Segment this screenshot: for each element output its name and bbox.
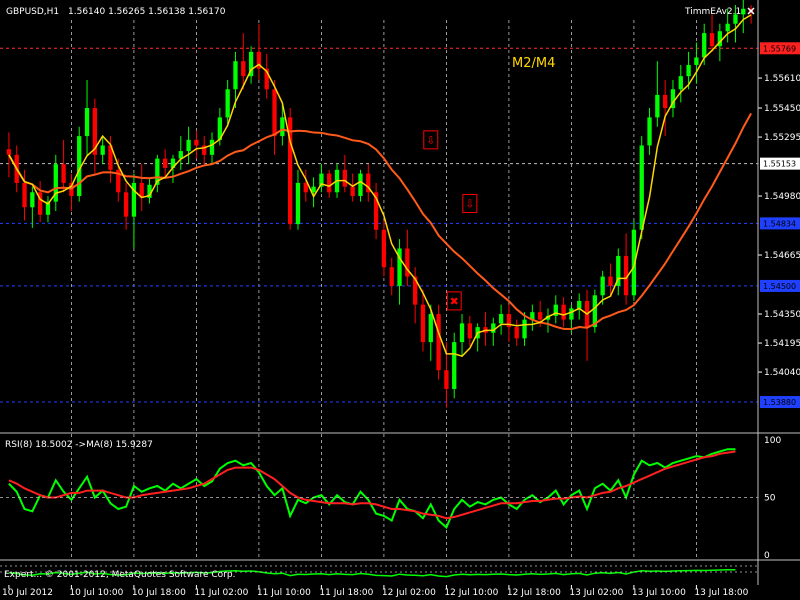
candle-body [725, 23, 730, 32]
price-tag-label: 1.53880 [763, 398, 796, 407]
candle-body [577, 300, 582, 309]
candle-body [686, 64, 691, 77]
rsi-line [8, 448, 736, 530]
price-tick-label: 1.54665 [764, 251, 800, 261]
price-tag-label: 1.55769 [763, 44, 796, 53]
candle-body [694, 57, 699, 65]
horizontal-levels [0, 47, 758, 403]
candle-body [444, 370, 449, 389]
candle-body [514, 327, 519, 339]
signal-arrow-icon: ⇩ [465, 198, 474, 211]
copyright-label: Expert... © 2001-2012, MetaQuotes Softwa… [4, 570, 235, 580]
candle-body [655, 94, 660, 118]
symbol-label: GBPUSD,H1 [6, 7, 59, 17]
candle-body [342, 169, 347, 187]
rsi-tick-label: 100 [764, 436, 781, 446]
candle-body [350, 186, 355, 197]
rsi-grid [71, 434, 697, 559]
candle-body [358, 173, 363, 197]
price-tick-label: 1.55610 [764, 74, 800, 84]
rsi-title: RSI(8) 18.5002 ->MA(8) 15.9287 [5, 440, 153, 450]
price-tags: 1.55769 1.55153 1.54834 1.54500 1.53880 [760, 42, 800, 409]
signal-arrow-icon: ⇩ [426, 134, 435, 147]
candle-body [467, 323, 472, 339]
price-tick-label: 1.55450 [764, 104, 800, 114]
indicator-name: TimmEAv2.1 [684, 7, 741, 17]
ohlc-label: 1.56140 1.56265 1.56138 1.56170 [68, 7, 226, 17]
candle-body [436, 314, 441, 371]
price-tick-label: 1.54980 [764, 192, 800, 202]
candle-body [561, 304, 566, 320]
candle-body [709, 33, 715, 47]
candle-body [389, 267, 394, 286]
candle-body [608, 276, 613, 286]
price-tag-label: 1.54834 [763, 219, 796, 228]
time-tick-label: 11 Jul 02:00 [194, 588, 248, 598]
time-tick-label: 13 Jul 02:00 [569, 588, 623, 598]
candle-body [702, 33, 707, 58]
candle-body [678, 76, 683, 90]
mode-label: M2/M4 [512, 56, 555, 71]
candle-body [163, 158, 168, 168]
candle-body [522, 319, 527, 339]
candle-body [538, 312, 543, 320]
candle-body [600, 276, 605, 296]
signal-arrow-icon: ✖ [450, 295, 459, 308]
candle-body [280, 117, 285, 137]
candle-body [6, 149, 12, 155]
candle-body [186, 139, 191, 152]
candle-body [272, 89, 277, 137]
candle-body [30, 192, 35, 208]
candle-body [639, 145, 644, 230]
candlestick-series [6, 0, 754, 408]
signal-markers: ⇩ ⇩ ✖ [423, 130, 478, 311]
candle-body [452, 342, 457, 389]
time-tick-label: 11 Jul 10:00 [257, 588, 311, 598]
candle-body [22, 182, 27, 208]
candle-body [194, 139, 199, 146]
candle-body [295, 182, 301, 225]
candle-body [225, 89, 230, 118]
price-tick-label: 1.54040 [764, 368, 800, 378]
time-tick-label: 13 Jul 10:00 [632, 588, 686, 598]
candle-body [209, 139, 215, 155]
candle-body [420, 304, 426, 343]
candle-body [647, 117, 652, 146]
time-tick-label: 10 Jul 10:00 [69, 588, 123, 598]
price-tag-label: 1.55153 [763, 160, 796, 169]
candle-body [459, 323, 465, 343]
candle-body [100, 145, 105, 155]
candle-body [233, 61, 238, 90]
candle-body [428, 314, 433, 343]
candle-body [741, 8, 746, 15]
price-chart[interactable]: ⇩⇩✖ 1.556101.554501.552951.549801.546651… [0, 0, 800, 600]
candle-body [491, 323, 496, 333]
candle-body [123, 192, 129, 217]
price-tick-label: 1.54350 [764, 310, 800, 320]
candle-body [381, 229, 387, 268]
candle-body [84, 108, 90, 137]
rsi-tick-label: 50 [764, 494, 776, 504]
rsi-axis: 100500 [0, 436, 781, 561]
candle-body [569, 308, 574, 320]
time-tick-label: 12 Jul 02:00 [382, 588, 436, 598]
time-tick-label: 10 Jul 2012 [2, 588, 53, 598]
time-tick-label: 12 Jul 18:00 [507, 588, 561, 598]
candle-body [498, 314, 504, 324]
candle-body [663, 94, 668, 109]
price-tag-label: 1.54500 [763, 282, 796, 291]
time-axis: 10 Jul 2012 10 Jul 10:00 10 Jul 18:00 11 Ju… [2, 585, 749, 598]
time-tick-label: 13 Jul 18:00 [694, 588, 748, 598]
candle-body [61, 164, 66, 183]
candle-body [241, 61, 246, 77]
price-tick-label: 1.55295 [764, 133, 800, 143]
price-tick-label: 1.54195 [764, 339, 800, 349]
time-tick-label: 11 Jul 18:00 [319, 588, 373, 598]
time-tick-label: 10 Jul 18:00 [132, 588, 186, 598]
candle-body [327, 173, 332, 193]
time-tick-label: 12 Jul 10:00 [444, 588, 498, 598]
